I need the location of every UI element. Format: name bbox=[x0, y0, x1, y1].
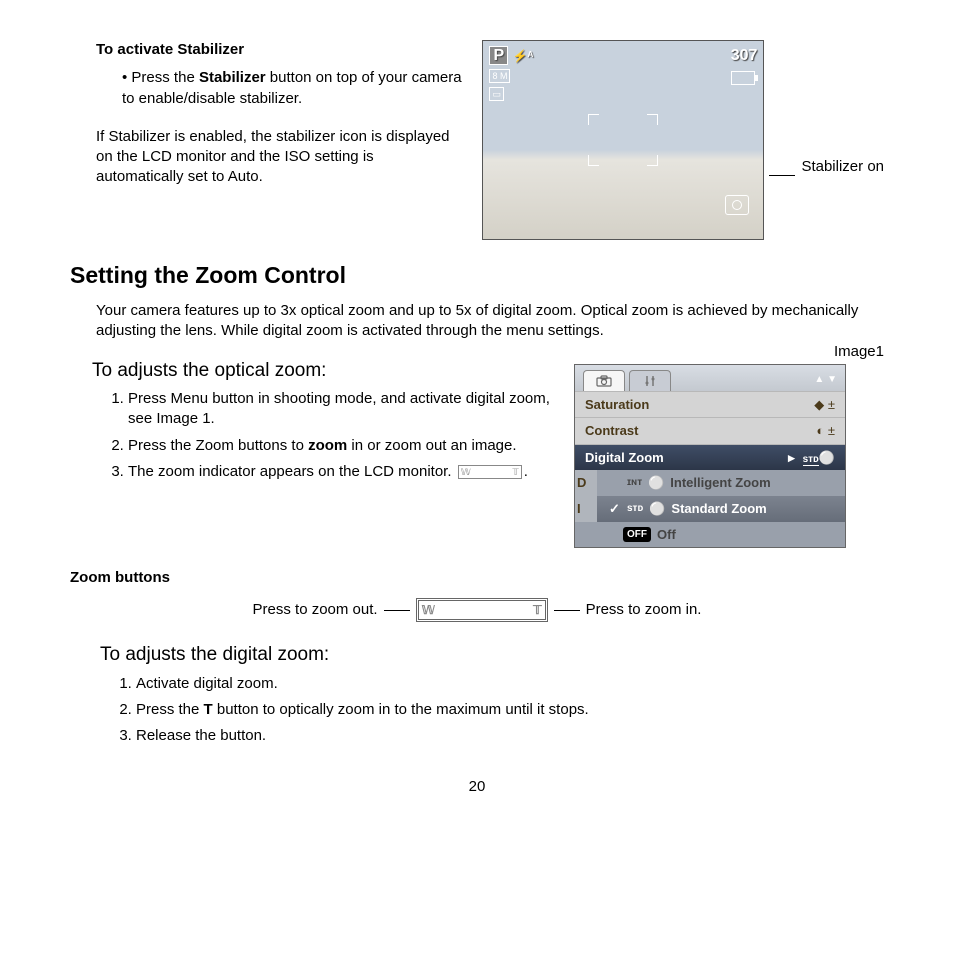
menu-contrast: Contrast◐ ± bbox=[575, 417, 845, 444]
zoom-out-label: Press to zoom out. bbox=[253, 600, 378, 620]
sub-off: OFF Off bbox=[575, 522, 845, 548]
zoom-diagram: Press to zoom out. 𝕎𝕋 Press to zoom in. bbox=[70, 598, 884, 622]
camera-menu: ▲ ▼ Saturation◆ ± Contrast◐ ± Digital Zo… bbox=[574, 364, 846, 548]
optical-step-1: Press Menu button in shooting mode, and … bbox=[128, 389, 554, 430]
image1-label: Image1 bbox=[574, 342, 884, 362]
stabilizer-callout: Stabilizer on bbox=[801, 157, 884, 177]
intro-para: Your camera features up to 3x optical zo… bbox=[96, 301, 884, 342]
shots-remaining: 307 bbox=[731, 45, 758, 67]
focus-brackets bbox=[588, 114, 658, 166]
stabilizer-bullet: • Press the Stabilizer button on top of … bbox=[122, 68, 462, 109]
zoom-bar-icon: 𝕎𝕋 bbox=[416, 598, 548, 622]
stabilizer-heading: To activate Stabilizer bbox=[96, 40, 462, 60]
submenu: D ɪɴᴛ⚪ Intelligent Zoom I ✓ ѕᴛᴅ⚪ Standar… bbox=[575, 470, 845, 547]
digital-heading: To adjusts the digital zoom: bbox=[100, 642, 884, 668]
optical-step-2: Press the Zoom buttons to zoom in or zoo… bbox=[128, 436, 554, 456]
lcd-screenshot: P ⚡ᴬ 307 8 M ▭ bbox=[482, 40, 764, 240]
tab-setup bbox=[629, 370, 671, 391]
sub-standard-zoom: ✓ ѕᴛᴅ⚪ Standard Zoom bbox=[597, 496, 845, 522]
digital-steps: Activate digital zoom. Press the T butto… bbox=[118, 674, 884, 747]
page-number: 20 bbox=[70, 777, 884, 797]
scroll-arrows: ▲ ▼ bbox=[814, 373, 837, 387]
stabilizer-para: If Stabilizer is enabled, the stabilizer… bbox=[96, 127, 462, 188]
sub-intelligent-zoom: ɪɴᴛ⚪ Intelligent Zoom bbox=[597, 470, 845, 496]
optical-steps: Press Menu button in shooting mode, and … bbox=[110, 389, 554, 482]
flash-icon: ⚡ᴬ bbox=[513, 49, 534, 63]
battery-icon bbox=[731, 71, 755, 85]
lcd-preview-group: P ⚡ᴬ 307 8 M ▭ Stabilizer on bbox=[482, 40, 884, 240]
zoom-buttons-heading: Zoom buttons bbox=[70, 568, 884, 588]
digital-step-1: Activate digital zoom. bbox=[136, 674, 884, 694]
zoom-indicator-inline: 𝕎𝕋 bbox=[458, 465, 522, 479]
stabilizer-icon bbox=[725, 195, 749, 215]
main-heading: Setting the Zoom Control bbox=[70, 260, 884, 291]
size-icon: 8 M bbox=[489, 69, 510, 83]
mode-icon: P bbox=[489, 46, 508, 65]
stabilizer-section: To activate Stabilizer • Press the Stabi… bbox=[70, 40, 462, 240]
menu-digital-zoom: Digital Zoom ▸ѕᴛᴅ⚪ bbox=[575, 444, 845, 471]
tab-camera bbox=[583, 370, 625, 391]
optical-step-3: The zoom indicator appears on the LCD mo… bbox=[128, 462, 554, 482]
quality-icon: ▭ bbox=[489, 87, 504, 101]
zoom-in-label: Press to zoom in. bbox=[586, 600, 702, 620]
digital-step-2: Press the T button to optically zoom in … bbox=[136, 700, 884, 720]
menu-saturation: Saturation◆ ± bbox=[575, 391, 845, 418]
optical-heading: To adjusts the optical zoom: bbox=[92, 358, 554, 384]
digital-step-3: Release the button. bbox=[136, 726, 884, 746]
